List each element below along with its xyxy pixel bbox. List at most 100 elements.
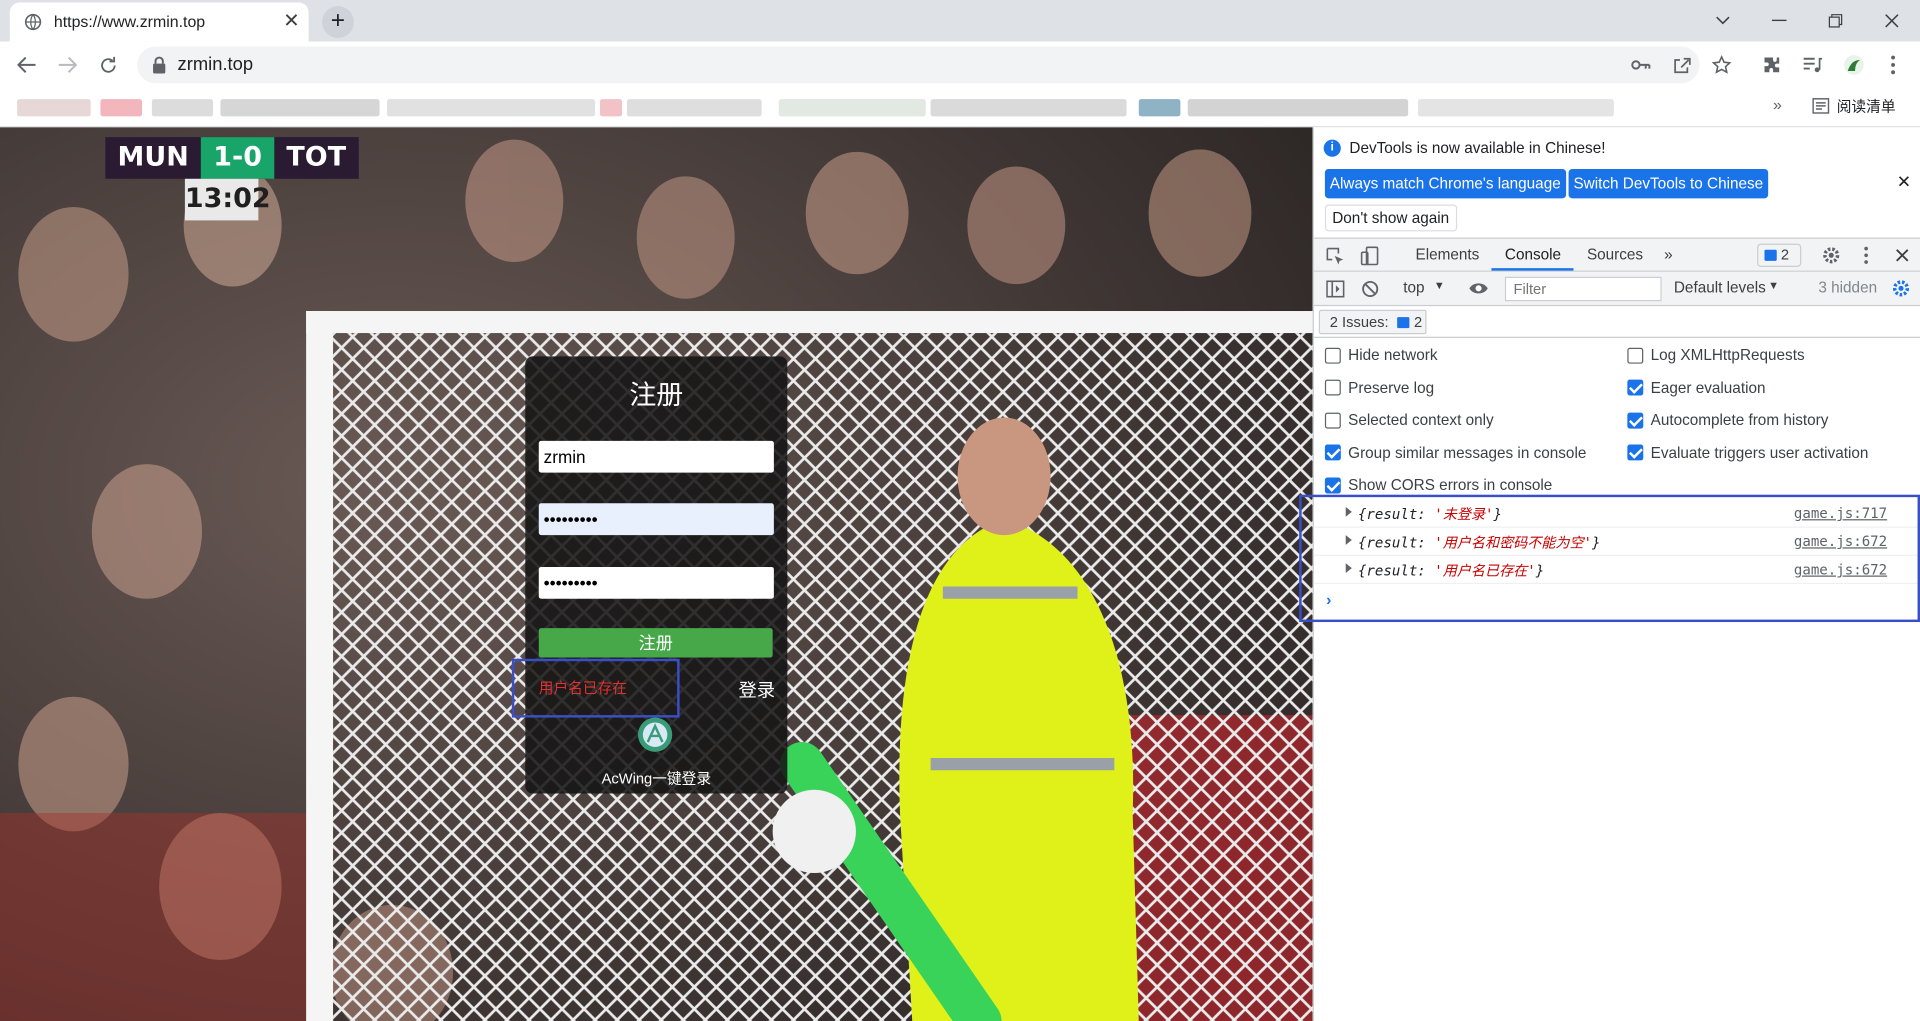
- live-expression-eye-icon[interactable]: [1468, 282, 1489, 295]
- blurred-bookmark[interactable]: [600, 99, 623, 117]
- issues-badge-count: 2: [1780, 246, 1790, 264]
- bookmark-star-icon[interactable]: [1709, 53, 1733, 77]
- new-tab-button[interactable]: +: [322, 6, 354, 38]
- language-infobar: i DevTools is now available in Chinese! …: [1313, 127, 1920, 236]
- reload-icon[interactable]: [91, 48, 125, 82]
- console-setting-option[interactable]: Preserve log: [1324, 375, 1435, 399]
- reading-list-label: 阅读清单: [1836, 97, 1896, 116]
- console-setting-option[interactable]: Evaluate triggers user activation: [1627, 440, 1868, 464]
- close-window-icon[interactable]: [1864, 0, 1920, 42]
- context-dropdown-icon[interactable]: ▼: [1434, 279, 1445, 291]
- annotation-box: [1299, 494, 1920, 623]
- issues-chip-count: 2: [1413, 313, 1423, 331]
- more-tabs-button[interactable]: »: [1664, 239, 1673, 272]
- setting-checkbox[interactable]: [1627, 347, 1644, 364]
- setting-checkbox[interactable]: [1324, 444, 1341, 461]
- log-levels-dropdown[interactable]: Default levels: [1674, 279, 1766, 296]
- menu-kebab-icon[interactable]: [1876, 48, 1910, 82]
- blurred-bookmark[interactable]: [386, 99, 596, 117]
- browser-tab[interactable]: https://www.zrmin.top ✕: [9, 2, 309, 42]
- blurred-bookmark[interactable]: [100, 99, 143, 117]
- issues-badge[interactable]: 2: [1757, 243, 1802, 267]
- tab-search-icon[interactable]: [1695, 0, 1751, 42]
- setting-checkbox[interactable]: [1324, 347, 1341, 364]
- confirm-password-input[interactable]: [538, 566, 774, 599]
- clear-console-icon[interactable]: [1362, 280, 1379, 298]
- console-filter-input[interactable]: [1504, 276, 1662, 302]
- setting-checkbox[interactable]: [1324, 379, 1341, 396]
- back-icon[interactable]: [10, 48, 44, 82]
- console-setting-option[interactable]: Selected context only: [1324, 408, 1494, 432]
- setting-checkbox[interactable]: [1324, 476, 1341, 493]
- key-icon[interactable]: [1629, 53, 1653, 77]
- share-icon[interactable]: [1669, 53, 1693, 77]
- profile-avatar-icon[interactable]: [1837, 48, 1871, 82]
- levels-dropdown-icon[interactable]: ▼: [1768, 279, 1779, 291]
- url-text[interactable]: zrmin.top: [178, 54, 254, 75]
- inspect-element-icon[interactable]: [1326, 247, 1344, 265]
- setting-label: Log XMLHttpRequests: [1650, 346, 1805, 364]
- console-setting-option[interactable]: Hide network: [1324, 343, 1437, 367]
- devtools-tabbar: Elements Console Sources » 2: [1313, 237, 1920, 272]
- console-setting-option[interactable]: Show CORS errors in console: [1324, 473, 1552, 497]
- acwing-login-label[interactable]: AcWing一键登录: [525, 768, 787, 789]
- register-title: 注册: [629, 379, 684, 411]
- extensions-icon[interactable]: [1755, 48, 1789, 82]
- setting-checkbox[interactable]: [1627, 444, 1644, 461]
- blurred-bookmark[interactable]: [220, 99, 380, 117]
- close-devtools-icon[interactable]: [1896, 249, 1909, 262]
- blurred-bookmark[interactable]: [17, 99, 91, 117]
- setting-checkbox[interactable]: [1627, 379, 1644, 396]
- match-clock: 13:02: [184, 178, 271, 221]
- issues-row: 2 Issues: 2: [1313, 306, 1920, 338]
- tab-console[interactable]: Console: [1505, 239, 1561, 272]
- console-setting-option[interactable]: Log XMLHttpRequests: [1627, 343, 1805, 367]
- match-language-button[interactable]: Always match Chrome's language: [1324, 168, 1566, 199]
- reading-list-button[interactable]: 阅读清单: [1812, 96, 1896, 117]
- dont-show-again-button[interactable]: Don't show again: [1324, 204, 1457, 232]
- acwing-logo-icon[interactable]: [637, 716, 674, 753]
- username-input[interactable]: [538, 440, 774, 473]
- console-setting-option[interactable]: Autocomplete from history: [1627, 408, 1828, 432]
- blurred-bookmark[interactable]: [778, 99, 926, 117]
- context-select[interactable]: top: [1403, 279, 1424, 296]
- password-input[interactable]: [538, 503, 774, 536]
- media-control-icon[interactable]: [1795, 48, 1829, 82]
- lock-icon[interactable]: [152, 56, 167, 74]
- setting-checkbox[interactable]: [1627, 412, 1644, 428]
- settings-gear-icon[interactable]: [1822, 246, 1840, 264]
- blurred-bookmark[interactable]: [151, 99, 214, 117]
- tab-elements[interactable]: Elements: [1416, 239, 1480, 272]
- message-icon: [1764, 250, 1777, 262]
- console-toolbar: top ▼ Default levels ▼ 3 hidden: [1313, 271, 1920, 307]
- devtools-menu-icon[interactable]: [1864, 246, 1869, 264]
- bookmarks-overflow-button[interactable]: »: [1773, 96, 1782, 114]
- console-setting-option[interactable]: Group similar messages in console: [1324, 440, 1586, 464]
- blurred-bookmark[interactable]: [930, 99, 1127, 117]
- sidebar-toggle-icon[interactable]: [1326, 280, 1345, 298]
- setting-checkbox[interactable]: [1324, 412, 1341, 428]
- console-setting-option[interactable]: Eager evaluation: [1627, 375, 1766, 399]
- forward-icon[interactable]: [50, 48, 84, 82]
- switch-language-button[interactable]: Switch DevTools to Chinese: [1568, 168, 1769, 199]
- address-bar[interactable]: zrmin.top: [137, 46, 1732, 84]
- setting-label: Selected context only: [1348, 411, 1494, 429]
- tab-sources[interactable]: Sources: [1587, 239, 1643, 272]
- blurred-bookmark[interactable]: [1187, 99, 1409, 117]
- blurred-bookmark[interactable]: [626, 99, 762, 117]
- infobar-close-icon[interactable]: ✕: [1897, 171, 1911, 192]
- setting-label: Preserve log: [1348, 378, 1435, 397]
- login-link[interactable]: 登录: [738, 677, 775, 703]
- device-toolbar-icon[interactable]: [1360, 246, 1379, 266]
- minimize-icon[interactable]: [1751, 0, 1807, 42]
- console-settings-gear-icon[interactable]: [1892, 279, 1910, 297]
- close-tab-icon[interactable]: ✕: [279, 10, 303, 34]
- annotation-box: [511, 658, 680, 718]
- blurred-bookmark[interactable]: [1417, 99, 1614, 117]
- window-controls: [1695, 0, 1920, 42]
- restore-icon[interactable]: [1807, 0, 1863, 42]
- blurred-bookmark[interactable]: [1138, 99, 1181, 117]
- setting-label: Eager evaluation: [1650, 378, 1766, 397]
- issues-chip[interactable]: 2 Issues: 2: [1318, 309, 1427, 335]
- register-submit-button[interactable]: 注册: [538, 628, 773, 658]
